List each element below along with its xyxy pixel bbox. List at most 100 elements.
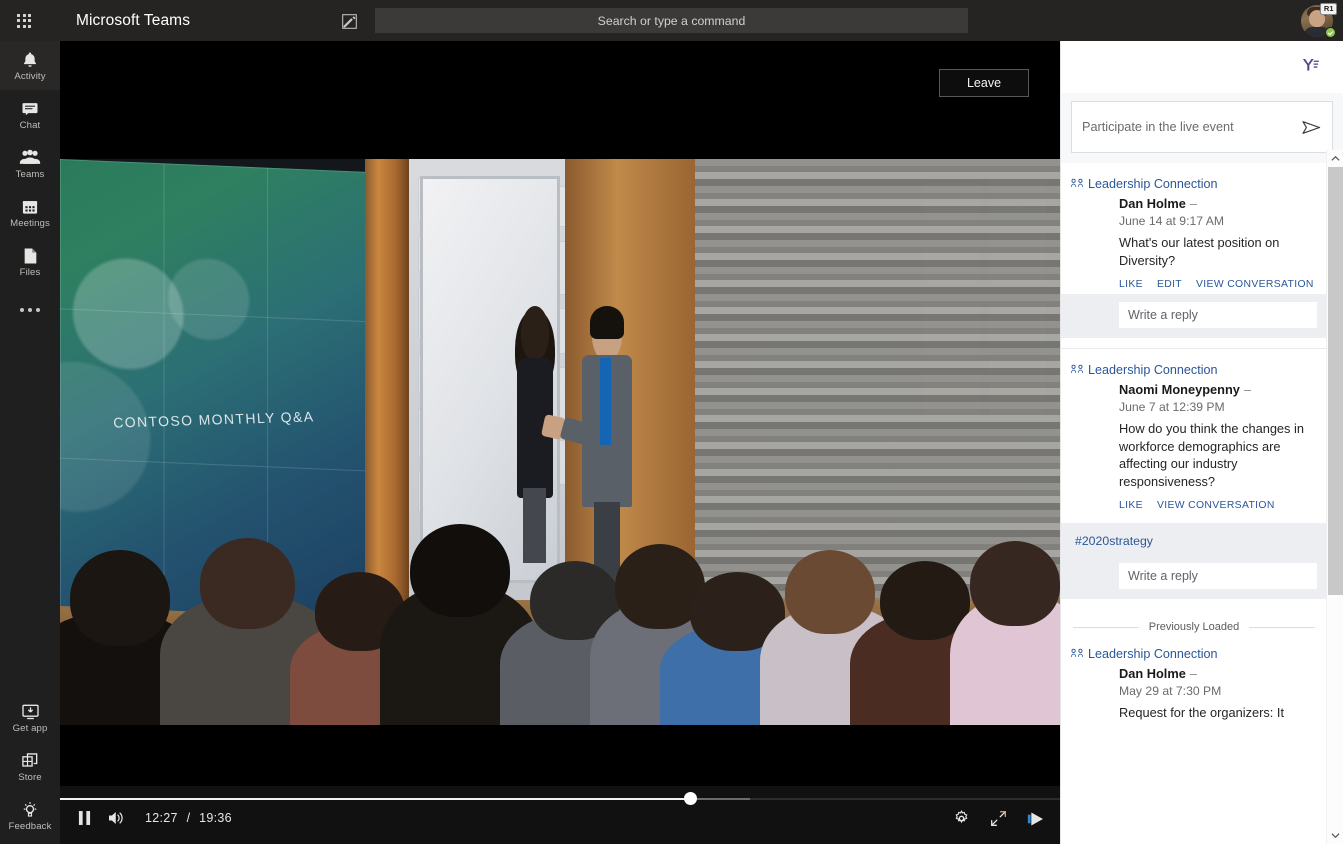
sidebar-item-label: Chat	[20, 121, 41, 131]
yammer-group-icon	[1071, 175, 1083, 193]
previously-loaded-label: Previously Loaded	[1149, 621, 1240, 633]
yammer-post-body: Dan Holme– May 29 at 7:30 PM Request for…	[1061, 665, 1327, 722]
live-event-participate-input[interactable]: Participate in the live event	[1071, 101, 1333, 153]
reply-input[interactable]: Write a reply	[1119, 302, 1317, 328]
chevron-down-icon[interactable]	[1327, 827, 1343, 844]
yammer-post: Leadership Connection Dan Holme– May 29 …	[1061, 639, 1327, 722]
search-placeholder: Search or type a command	[598, 14, 746, 28]
speaker-on-icon[interactable]	[108, 810, 126, 826]
video-progress-slider[interactable]	[60, 796, 1060, 802]
time-separator: /	[182, 811, 196, 825]
sidebar-item-get-app[interactable]: Get app	[0, 693, 60, 742]
audience	[60, 442, 1060, 725]
yammer-post-author: Dan Holme	[1119, 196, 1186, 211]
scrollbar-thumb[interactable]	[1328, 167, 1343, 595]
topic-tag[interactable]: #2020strategy	[1075, 534, 1153, 548]
send-icon[interactable]	[1301, 119, 1322, 136]
store-icon	[20, 751, 40, 771]
people-icon	[19, 148, 41, 168]
expand-arrows-icon[interactable]	[990, 810, 1007, 827]
yammer-post-text: What's our latest position on Diversity?	[1119, 234, 1315, 269]
duration: 19:36	[199, 811, 232, 825]
yammer-post-actions: LIKE EDIT VIEW CONVERSATION	[1119, 279, 1315, 294]
sidebar-item-activity[interactable]: Activity	[0, 41, 60, 90]
previously-loaded-divider: Previously Loaded	[1061, 599, 1327, 639]
sidebar-item-label: Teams	[16, 170, 45, 180]
sidebar-item-teams[interactable]: Teams	[0, 139, 60, 188]
compose-placeholder: Participate in the live event	[1082, 120, 1301, 134]
yammer-logo-icon	[1301, 56, 1320, 78]
chevron-up-icon[interactable]	[1327, 150, 1343, 167]
yammer-topic-bar: #2020strategy	[1061, 523, 1327, 559]
video-time-display: 12:27 / 19:36	[145, 811, 232, 825]
chat-bubble-icon	[20, 99, 40, 119]
live-event-stage: Leave	[60, 41, 1060, 844]
yammer-post-text: Request for the organizers: It	[1119, 704, 1315, 722]
yammer-reply-area: Write a reply	[1061, 559, 1327, 599]
left-nav-rail: Activity Chat Teams	[0, 41, 60, 844]
video-scene: CONTOSO MONTHLY Q&A	[60, 159, 1060, 725]
yammer-post-body: Dan Holme– June 14 at 9:17 AM What's our…	[1061, 195, 1327, 294]
reply-placeholder: Write a reply	[1128, 569, 1198, 583]
yammer-group-icon	[1071, 361, 1083, 379]
view-conversation-action[interactable]: VIEW CONVERSATION	[1157, 500, 1275, 511]
reply-input[interactable]: Write a reply	[1119, 563, 1317, 589]
yammer-author-dash: –	[1190, 666, 1197, 681]
presence-available-icon	[1325, 27, 1336, 38]
sidebar-item-feedback[interactable]: Feedback	[0, 791, 60, 840]
yammer-post-author-line: Dan Holme–	[1119, 665, 1315, 683]
avatar[interactable]: R1	[1299, 3, 1337, 39]
sidebar-item-label: Store	[18, 773, 41, 783]
yammer-post-author-line: Naomi Moneypenny–	[1119, 381, 1315, 399]
yammer-post-author: Dan Holme	[1119, 666, 1186, 681]
yammer-group-link[interactable]: Leadership Connection	[1061, 171, 1327, 195]
yammer-post-timestamp: May 29 at 7:30 PM	[1119, 684, 1315, 698]
sidebar-item-files[interactable]: Files	[0, 237, 60, 286]
live-event-video[interactable]: CONTOSO MONTHLY Q&A	[60, 159, 1060, 725]
view-conversation-action[interactable]: VIEW CONVERSATION	[1196, 279, 1314, 290]
like-action[interactable]: LIKE	[1119, 279, 1143, 290]
yammer-side-panel: Participate in the live event Leade	[1060, 41, 1343, 844]
yammer-post-actions: LIKE VIEW CONVERSATION	[1119, 500, 1315, 515]
yammer-group-link[interactable]: Leadership Connection	[1061, 357, 1327, 381]
yammer-post-timestamp: June 14 at 9:17 AM	[1119, 214, 1315, 228]
scrollbar-track[interactable]	[1327, 167, 1343, 827]
yammer-post-body: Naomi Moneypenny– June 7 at 12:39 PM How…	[1061, 381, 1327, 515]
bell-icon	[20, 50, 40, 70]
sidebar-item-label: Activity	[14, 72, 45, 82]
search-input[interactable]: Search or type a command	[375, 8, 968, 33]
title-bar: Microsoft Teams Search or type a command…	[0, 0, 1343, 41]
yammer-conversation-feed[interactable]: Leadership Connection Dan Holme– June 14…	[1061, 163, 1343, 844]
presentation-title: CONTOSO MONTHLY Q&A	[112, 408, 314, 430]
yammer-post-text: How do you think the changes in workforc…	[1119, 420, 1315, 490]
ellipsis-icon[interactable]	[0, 286, 60, 334]
yammer-group-name: Leadership Connection	[1088, 647, 1218, 661]
sidebar-item-meetings[interactable]: Meetings	[0, 188, 60, 237]
edit-action[interactable]: EDIT	[1157, 279, 1182, 290]
sidebar-item-label: Feedback	[9, 822, 52, 832]
calendar-icon	[20, 197, 40, 217]
yammer-group-link[interactable]: Leadership Connection	[1061, 641, 1327, 665]
sidebar-item-chat[interactable]: Chat	[0, 90, 60, 139]
pause-icon[interactable]	[78, 811, 91, 825]
leave-button[interactable]: Leave	[939, 69, 1029, 97]
progress-handle[interactable]	[684, 792, 697, 805]
yammer-group-name: Leadership Connection	[1088, 177, 1218, 191]
feed-scrollbar[interactable]	[1326, 150, 1343, 844]
compose-new-chat-icon[interactable]	[337, 10, 361, 32]
play-to-device-icon[interactable]	[1027, 811, 1046, 827]
avatar-badge: R1	[1320, 3, 1337, 15]
app-launcher-icon[interactable]	[0, 0, 48, 41]
app-title: Microsoft Teams	[76, 12, 190, 30]
yammer-post-timestamp: June 7 at 12:39 PM	[1119, 400, 1315, 414]
gear-icon[interactable]	[953, 810, 970, 827]
yammer-compose-area: Participate in the live event	[1061, 93, 1343, 163]
like-action[interactable]: LIKE	[1119, 500, 1143, 511]
lightbulb-icon	[20, 800, 40, 820]
sidebar-item-store[interactable]: Store	[0, 742, 60, 791]
yammer-author-dash: –	[1190, 196, 1197, 211]
yammer-reply-area: Write a reply	[1061, 294, 1327, 338]
download-app-icon	[20, 702, 41, 722]
reply-placeholder: Write a reply	[1128, 308, 1198, 322]
yammer-post: Leadership Connection Naomi Moneypenny– …	[1061, 349, 1327, 599]
